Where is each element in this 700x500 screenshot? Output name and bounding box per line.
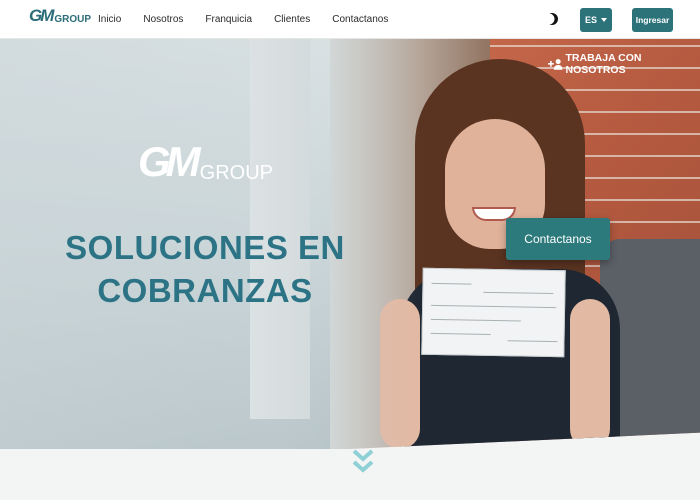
- language-select[interactable]: ES: [580, 8, 612, 32]
- logo[interactable]: GM GROUP: [29, 6, 92, 26]
- careers-link[interactable]: TRABAJA CON NOSOTROS: [548, 52, 700, 76]
- login-button[interactable]: Ingresar: [632, 8, 673, 32]
- top-navbar: GM GROUP Inicio Nosotros Franquicia Clie…: [0, 0, 700, 39]
- nav-link-nosotros[interactable]: Nosotros: [143, 14, 183, 25]
- nav-link-inicio[interactable]: Inicio: [98, 14, 121, 25]
- hero-logo-word: GROUP: [199, 162, 273, 184]
- logo-word: GROUP: [54, 14, 92, 25]
- hero-headline: SOLUCIONES EN COBRANZAS: [40, 226, 370, 312]
- language-value: ES: [584, 15, 597, 25]
- nav-link-contactanos[interactable]: Contactanos: [332, 14, 388, 25]
- nav-link-clientes[interactable]: Clientes: [274, 14, 310, 25]
- hero-logo: GM GROUP: [138, 138, 273, 185]
- careers-link-label: TRABAJA CON NOSOTROS: [565, 52, 642, 76]
- nav-link-franquicia[interactable]: Franquicia: [205, 14, 252, 25]
- contact-cta-button[interactable]: Contactanos: [506, 218, 610, 260]
- double-chevron-down-icon[interactable]: [352, 448, 374, 476]
- chevron-down-icon: [601, 18, 607, 22]
- logo-mark: GM: [29, 6, 54, 25]
- main-nav: Inicio Nosotros Franquicia Clientes Cont…: [98, 0, 410, 39]
- hero-section: TRABAJA CON NOSOTROS GM GROUP SOLUCIONES…: [0, 39, 700, 449]
- hero-headline-line2: COBRANZAS: [97, 272, 313, 309]
- hero-logo-mark: GM: [138, 138, 201, 185]
- hero-headline-line1: SOLUCIONES EN: [65, 229, 345, 266]
- moon-icon[interactable]: [543, 12, 559, 26]
- user-plus-icon: [548, 59, 563, 70]
